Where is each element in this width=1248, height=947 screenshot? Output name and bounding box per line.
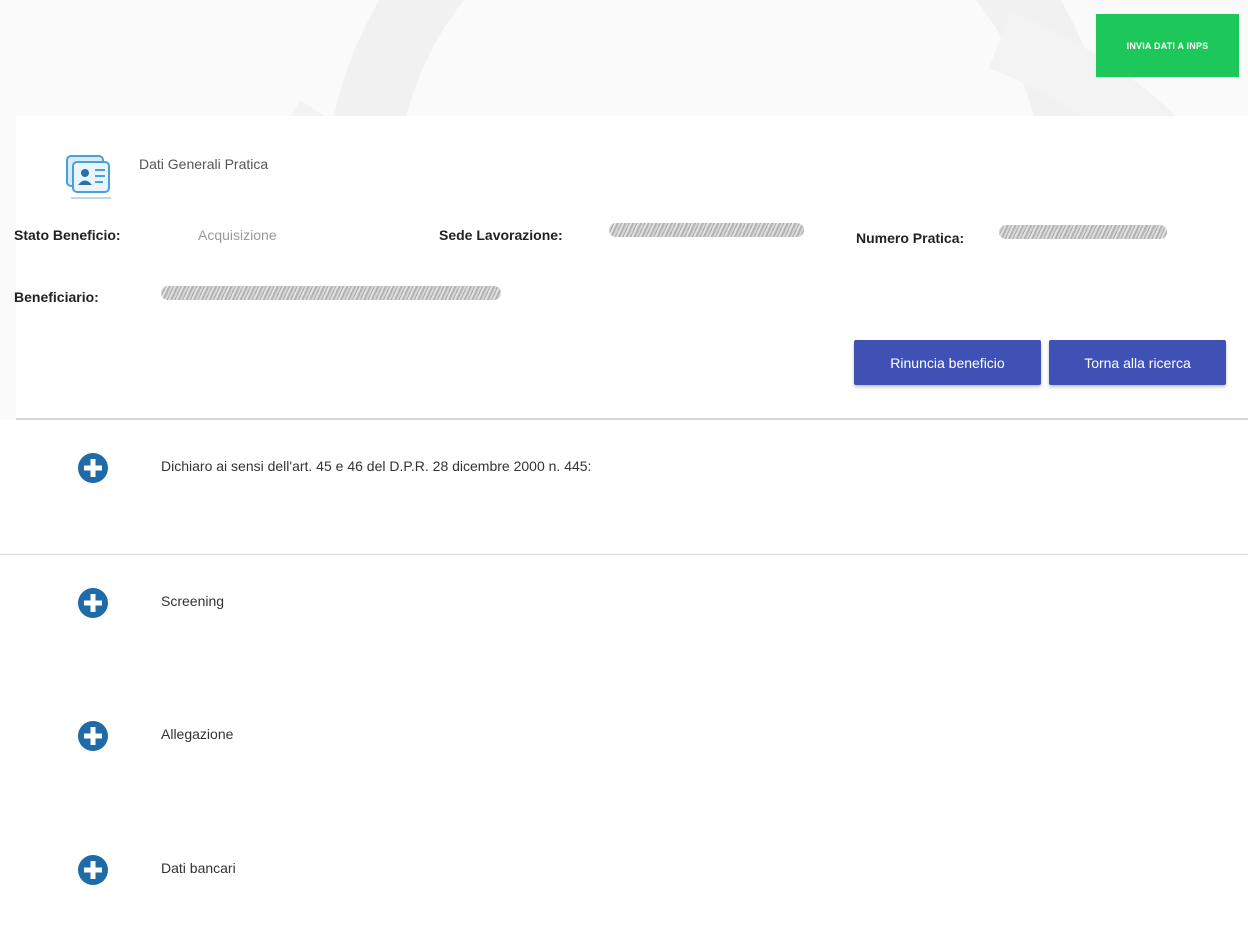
- sede-lavorazione-redacted: [609, 223, 804, 237]
- section-title: Dati bancari: [161, 860, 236, 876]
- numero-pratica-redacted: [999, 225, 1167, 239]
- sede-lavorazione-label: Sede Lavorazione:: [439, 227, 563, 243]
- send-to-inps-button[interactable]: INVIA DATI A INPS: [1096, 14, 1239, 77]
- stato-beneficio-value: Acquisizione: [198, 227, 277, 243]
- plus-circle-icon[interactable]: [78, 453, 108, 483]
- section-title: Dichiaro ai sensi dell'art. 45 e 46 del …: [161, 458, 592, 474]
- beneficiario-label: Beneficiario:: [14, 289, 99, 305]
- numero-pratica-label: Numero Pratica:: [856, 230, 965, 246]
- practice-card-icon: [66, 155, 111, 199]
- section-allegazione[interactable]: Allegazione: [0, 688, 1248, 824]
- rinuncia-beneficio-button[interactable]: Rinuncia beneficio: [854, 340, 1041, 385]
- section-title: Allegazione: [161, 726, 234, 742]
- beneficiario-redacted: [161, 286, 501, 300]
- plus-circle-icon[interactable]: [78, 855, 108, 885]
- section-dati-bancari[interactable]: Dati bancari: [0, 822, 1248, 947]
- card-title: Dati Generali Pratica: [139, 156, 269, 172]
- plus-circle-icon[interactable]: [78, 588, 108, 618]
- section-screening[interactable]: Screening: [0, 555, 1248, 691]
- section-title: Screening: [161, 593, 225, 609]
- plus-circle-icon[interactable]: [78, 721, 108, 751]
- section-dichiarazione[interactable]: Dichiaro ai sensi dell'art. 45 e 46 del …: [0, 420, 1248, 556]
- general-data-card: Dati Generali Pratica Stato Beneficio: A…: [14, 116, 1248, 420]
- stato-beneficio-label: Stato Beneficio:: [14, 227, 121, 243]
- page: INVIA DATI A INPS Dati Generali Pratica …: [0, 0, 1248, 947]
- torna-alla-ricerca-button[interactable]: Torna alla ricerca: [1049, 340, 1226, 385]
